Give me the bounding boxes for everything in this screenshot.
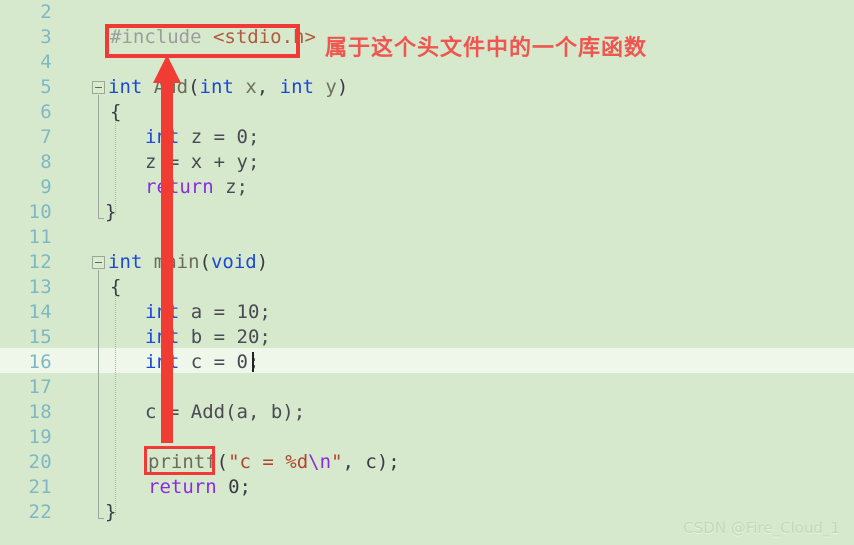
token-keyword-int: int	[108, 76, 143, 98]
current-line-highlight	[0, 348, 854, 373]
code-line-5[interactable]: int Add(int x, int y)	[108, 75, 348, 100]
text-caret	[252, 352, 254, 372]
token-decl-a: a = 10;	[179, 301, 271, 323]
line-number: 13	[28, 276, 52, 298]
line-number: 22	[28, 501, 52, 523]
token-return-value-z: z;	[213, 176, 248, 198]
token-paren-open-main: (	[199, 251, 211, 273]
code-line-9[interactable]: return z;	[145, 175, 248, 200]
token-brace-open-add: {	[110, 101, 122, 123]
fold-toggle-add-function[interactable]	[92, 81, 105, 94]
token-paren-open-printf: (	[216, 451, 229, 473]
code-editor[interactable]: 2 3 4 5 6 7 8 9 10 11 12 13 14 15 16 17 …	[0, 0, 854, 545]
fold-bracket-line-add	[98, 95, 99, 218]
token-keyword-return-add: return	[145, 176, 214, 198]
line-number: 10	[28, 201, 52, 223]
line-number: 21	[28, 476, 52, 498]
line-number: 17	[28, 376, 52, 398]
line-number: 11	[28, 226, 52, 248]
code-line-16[interactable]: int c = 0;	[145, 350, 259, 375]
token-keyword-void: void	[210, 251, 257, 273]
line-number: 15	[28, 326, 52, 348]
token-paren-close-main: )	[256, 251, 269, 273]
line-number: 2	[40, 1, 52, 23]
fold-toggle-main-function[interactable]	[92, 256, 105, 269]
annotation-note-text: 属于这个头文件中的一个库函数	[325, 36, 648, 61]
line-number: 6	[40, 101, 52, 123]
token-paren-close: )	[336, 76, 349, 98]
line-number: 20	[28, 451, 52, 473]
token-brace-close-add: }	[105, 201, 117, 223]
token-keyword-int-a: int	[145, 301, 180, 323]
code-line-21[interactable]: return 0;	[148, 475, 251, 500]
line-number: 4	[40, 51, 52, 73]
indent-guide-main	[115, 296, 116, 515]
line-number: 5	[40, 76, 52, 98]
line-number: 9	[40, 176, 52, 198]
token-decl-z: z = 0;	[179, 126, 260, 148]
token-function-name-add: Add	[142, 76, 189, 98]
token-keyword-return-main: return	[148, 476, 217, 498]
line-number: 16	[28, 351, 52, 373]
token-string-literal: "c = %d	[228, 451, 309, 473]
token-keyword-int-b: int	[145, 326, 180, 348]
token-param-y: y	[313, 76, 337, 98]
token-param-x: x	[233, 76, 257, 98]
code-line-13[interactable]: {	[110, 275, 121, 300]
line-number: 3	[40, 26, 52, 48]
code-line-18[interactable]: c = Add(a, b);	[145, 400, 305, 425]
token-keyword-int-main: int	[108, 251, 143, 273]
code-line-15[interactable]: int b = 20;	[145, 325, 271, 350]
token-brace-close-main: }	[105, 501, 117, 523]
token-printf-args: , c);	[342, 451, 400, 473]
token-function-name-main: main	[142, 251, 200, 273]
csdn-watermark: CSDN @Fire_Cloud_1	[683, 519, 840, 537]
code-line-22[interactable]: }	[105, 500, 116, 525]
token-keyword-int-c: int	[145, 351, 180, 373]
token-call-add: c = Add(a, b);	[145, 401, 306, 423]
token-return-value-zero: 0;	[216, 476, 251, 498]
token-escape-newline: \n	[308, 451, 332, 473]
token-decl-b: b = 20;	[179, 326, 271, 348]
line-number: 19	[28, 426, 52, 448]
code-line-6[interactable]: {	[110, 100, 121, 125]
token-decl-c: c = 0;	[179, 351, 260, 373]
code-line-14[interactable]: int a = 10;	[145, 300, 271, 325]
line-number: 7	[40, 126, 52, 148]
line-number: 18	[28, 401, 52, 423]
code-line-8[interactable]: z = x + y;	[145, 150, 259, 175]
highlight-box-printf	[144, 446, 215, 475]
line-number: 8	[40, 151, 52, 173]
token-keyword-int-z: int	[145, 126, 180, 148]
code-line-10[interactable]: }	[105, 200, 116, 225]
fold-bracket-foot-add	[98, 218, 104, 219]
token-keyword-int-param2: int	[279, 76, 314, 98]
highlight-box-include	[105, 24, 300, 58]
code-line-12[interactable]: int main(void)	[108, 250, 268, 275]
code-line-7[interactable]: int z = 0;	[145, 125, 259, 150]
token-paren-open: (	[188, 76, 200, 98]
fold-bracket-line-main	[98, 270, 99, 518]
line-number: 14	[28, 301, 52, 323]
token-string-literal-end: "	[331, 451, 343, 473]
line-number: 12	[28, 251, 52, 273]
token-keyword-int-param1: int	[199, 76, 234, 98]
fold-bracket-foot-main	[98, 518, 104, 519]
line-number-gutter: 2 3 4 5 6 7 8 9 10 11 12 13 14 15 16 17 …	[0, 0, 52, 545]
token-brace-open-main: {	[110, 276, 122, 298]
token-comma: ,	[256, 76, 280, 98]
token-assign-z: z = x + y;	[145, 151, 260, 173]
